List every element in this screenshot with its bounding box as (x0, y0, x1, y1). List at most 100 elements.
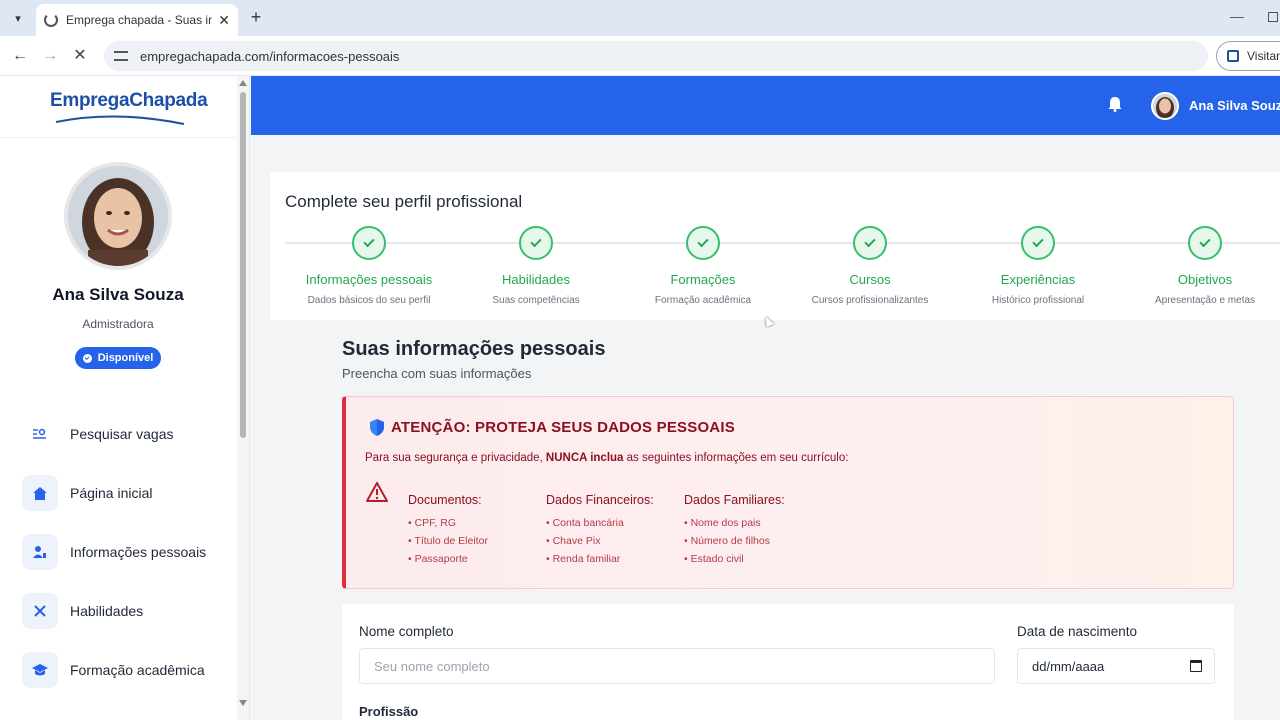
birth-date-input[interactable]: dd/mm/aaaa (1017, 648, 1215, 684)
bell-icon[interactable] (1108, 96, 1122, 112)
profession-label: Profissão (359, 704, 419, 719)
step-title: Informações pessoais (305, 272, 433, 287)
warning-column-title: Documentos: (408, 493, 482, 507)
privacy-warning: ATENÇÃO: PROTEJA SEUS DADOS PESSOAIS Par… (342, 396, 1234, 589)
sidebar-item-informacoes-pessoais[interactable]: Informações pessoais (22, 532, 232, 572)
step-title: Cursos (849, 272, 891, 287)
progress-title: Complete seu perfil profissional (285, 192, 523, 211)
user-edit-icon (22, 534, 58, 570)
check-icon (853, 226, 887, 260)
url-text: empregachapada.com/informacoes-pessoais (140, 48, 400, 64)
loading-icon (44, 13, 58, 27)
step-title: Habilidades (502, 272, 570, 287)
check-icon (519, 226, 553, 260)
header-user-name[interactable]: Ana Silva Souza (1189, 98, 1280, 113)
step-description: Apresentação e metas (1154, 295, 1256, 306)
scroll-up-icon[interactable] (239, 80, 247, 86)
profile-label: Visitan (1247, 49, 1280, 63)
warning-item: • Estado civil (684, 553, 744, 565)
logo-area: EmpregaChapada (0, 76, 249, 138)
sidebar: EmpregaChapada Ana Silva Souza Admistrad… (0, 76, 250, 720)
search-list-icon (22, 416, 58, 452)
step-cursos[interactable]: Cursos Cursos profissionalizantes (786, 226, 954, 306)
step-title: Experiências (1000, 272, 1076, 287)
warning-item: • Título de Eleitor (408, 535, 488, 547)
warning-item: • Renda familiar (546, 553, 621, 565)
step-formacoes[interactable]: Formações Formação acadêmica (619, 226, 787, 306)
warning-item: • Chave Pix (546, 535, 601, 547)
step-habilidades[interactable]: Habilidades Suas competências (452, 226, 620, 306)
step-description: Suas competências (492, 295, 580, 306)
home-icon (22, 475, 58, 511)
step-description: Histórico profissional (991, 295, 1085, 306)
check-icon (352, 226, 386, 260)
maximize-icon[interactable] (1268, 12, 1278, 22)
warning-column-documentos: Documentos: • CPF, RG • Título de Eleito… (408, 493, 488, 571)
warning-text: Para sua segurança e privacidade, NUNCA … (365, 452, 849, 464)
sidebar-item-label: Pesquisar vagas (70, 426, 174, 442)
browser-tab-bar: ▾ Emprega chapada - Suas inform ✕ + — (0, 0, 1280, 36)
sidebar-item-pesquisar-vagas[interactable]: Pesquisar vagas (22, 414, 232, 454)
user-role: Admistradora (82, 317, 154, 331)
status-label: Disponível (97, 352, 154, 364)
site-info-icon[interactable] (114, 51, 128, 61)
birth-date-label: Data de nascimento (1017, 624, 1138, 639)
warning-column-title: Dados Financeiros: (546, 493, 654, 507)
graduation-cap-icon (22, 652, 58, 688)
avatar (64, 162, 172, 270)
scroll-down-icon[interactable] (239, 700, 247, 706)
profile-button[interactable]: Visitan (1216, 41, 1280, 71)
step-description: Formação acadêmica (654, 295, 752, 306)
tools-icon (22, 593, 58, 629)
new-tab-button[interactable]: + (246, 6, 266, 28)
warning-item: • CPF, RG (408, 517, 457, 529)
stop-loading-icon[interactable]: ✕ (68, 44, 92, 68)
minimize-icon[interactable]: — (1230, 8, 1244, 24)
page-subtitle: Preencha com suas informações (342, 366, 532, 381)
step-objetivos[interactable]: Objetivos Apresentação e metas (1121, 226, 1280, 306)
name-input[interactable]: Seu nome completo (359, 648, 995, 684)
warning-item: • Número de filhos (684, 535, 770, 547)
address-bar[interactable]: empregachapada.com/informacoes-pessoais (104, 41, 1208, 71)
logo-swoosh-icon (55, 115, 185, 125)
user-name: Ana Silva Souza (52, 285, 184, 304)
sidebar-scrollbar-thumb[interactable] (240, 92, 246, 438)
warning-column-financeiros: Dados Financeiros: • Conta bancária • Ch… (546, 493, 654, 571)
browser-toolbar: ← → ✕ empregachapada.com/informacoes-pes… (0, 36, 1280, 76)
step-description: Cursos profissionalizantes (811, 295, 929, 306)
step-title: Formações (670, 272, 736, 287)
warning-column-familiares: Dados Familiares: • Nome dos pais • Núme… (684, 493, 785, 571)
browser-tab[interactable]: Emprega chapada - Suas inform ✕ (36, 4, 238, 36)
header-avatar[interactable] (1151, 92, 1179, 120)
page-title: Suas informações pessoais (342, 338, 606, 360)
warning-item: • Conta bancária (546, 517, 624, 529)
check-icon (1021, 226, 1055, 260)
tab-search-button[interactable]: ▾ (6, 6, 30, 30)
personal-info-form: Nome completo Seu nome completo Data de … (342, 604, 1234, 720)
logo[interactable]: EmpregaChapada (50, 90, 208, 112)
close-tab-icon[interactable]: ✕ (218, 12, 230, 29)
forward-arrow-icon[interactable]: → (38, 44, 62, 68)
calendar-icon[interactable] (1190, 660, 1202, 672)
shield-icon (370, 419, 384, 436)
sidebar-item-label: Informações pessoais (70, 544, 207, 560)
sidebar-item-formacao-academica[interactable]: Formação acadêmica (22, 650, 232, 690)
check-icon (686, 226, 720, 260)
sidebar-item-pagina-inicial[interactable]: Página inicial (22, 473, 232, 513)
step-experiencias[interactable]: Experiências Histórico profissional (954, 226, 1122, 306)
status-badge: Disponível (75, 347, 161, 369)
warning-item: • Nome dos pais (684, 517, 761, 529)
step-informacoes-pessoais[interactable]: Informações pessoais Dados básicos do se… (285, 226, 453, 306)
warning-item: • Passaporte (408, 553, 468, 565)
step-title: Objetivos (1177, 272, 1233, 287)
sidebar-item-label: Página inicial (70, 485, 153, 501)
sidebar-item-habilidades[interactable]: Habilidades (22, 591, 232, 631)
sidebar-item-label: Habilidades (70, 603, 144, 619)
back-arrow-icon[interactable]: ← (8, 44, 32, 68)
check-icon (82, 353, 92, 363)
warning-column-title: Dados Familiares: (684, 493, 785, 507)
warning-triangle-icon (366, 482, 388, 502)
warning-title: ATENÇÃO: PROTEJA SEUS DADOS PESSOAIS (391, 419, 735, 436)
profile-icon (1227, 50, 1239, 62)
sidebar-item-label: Formação acadêmica (70, 662, 205, 678)
